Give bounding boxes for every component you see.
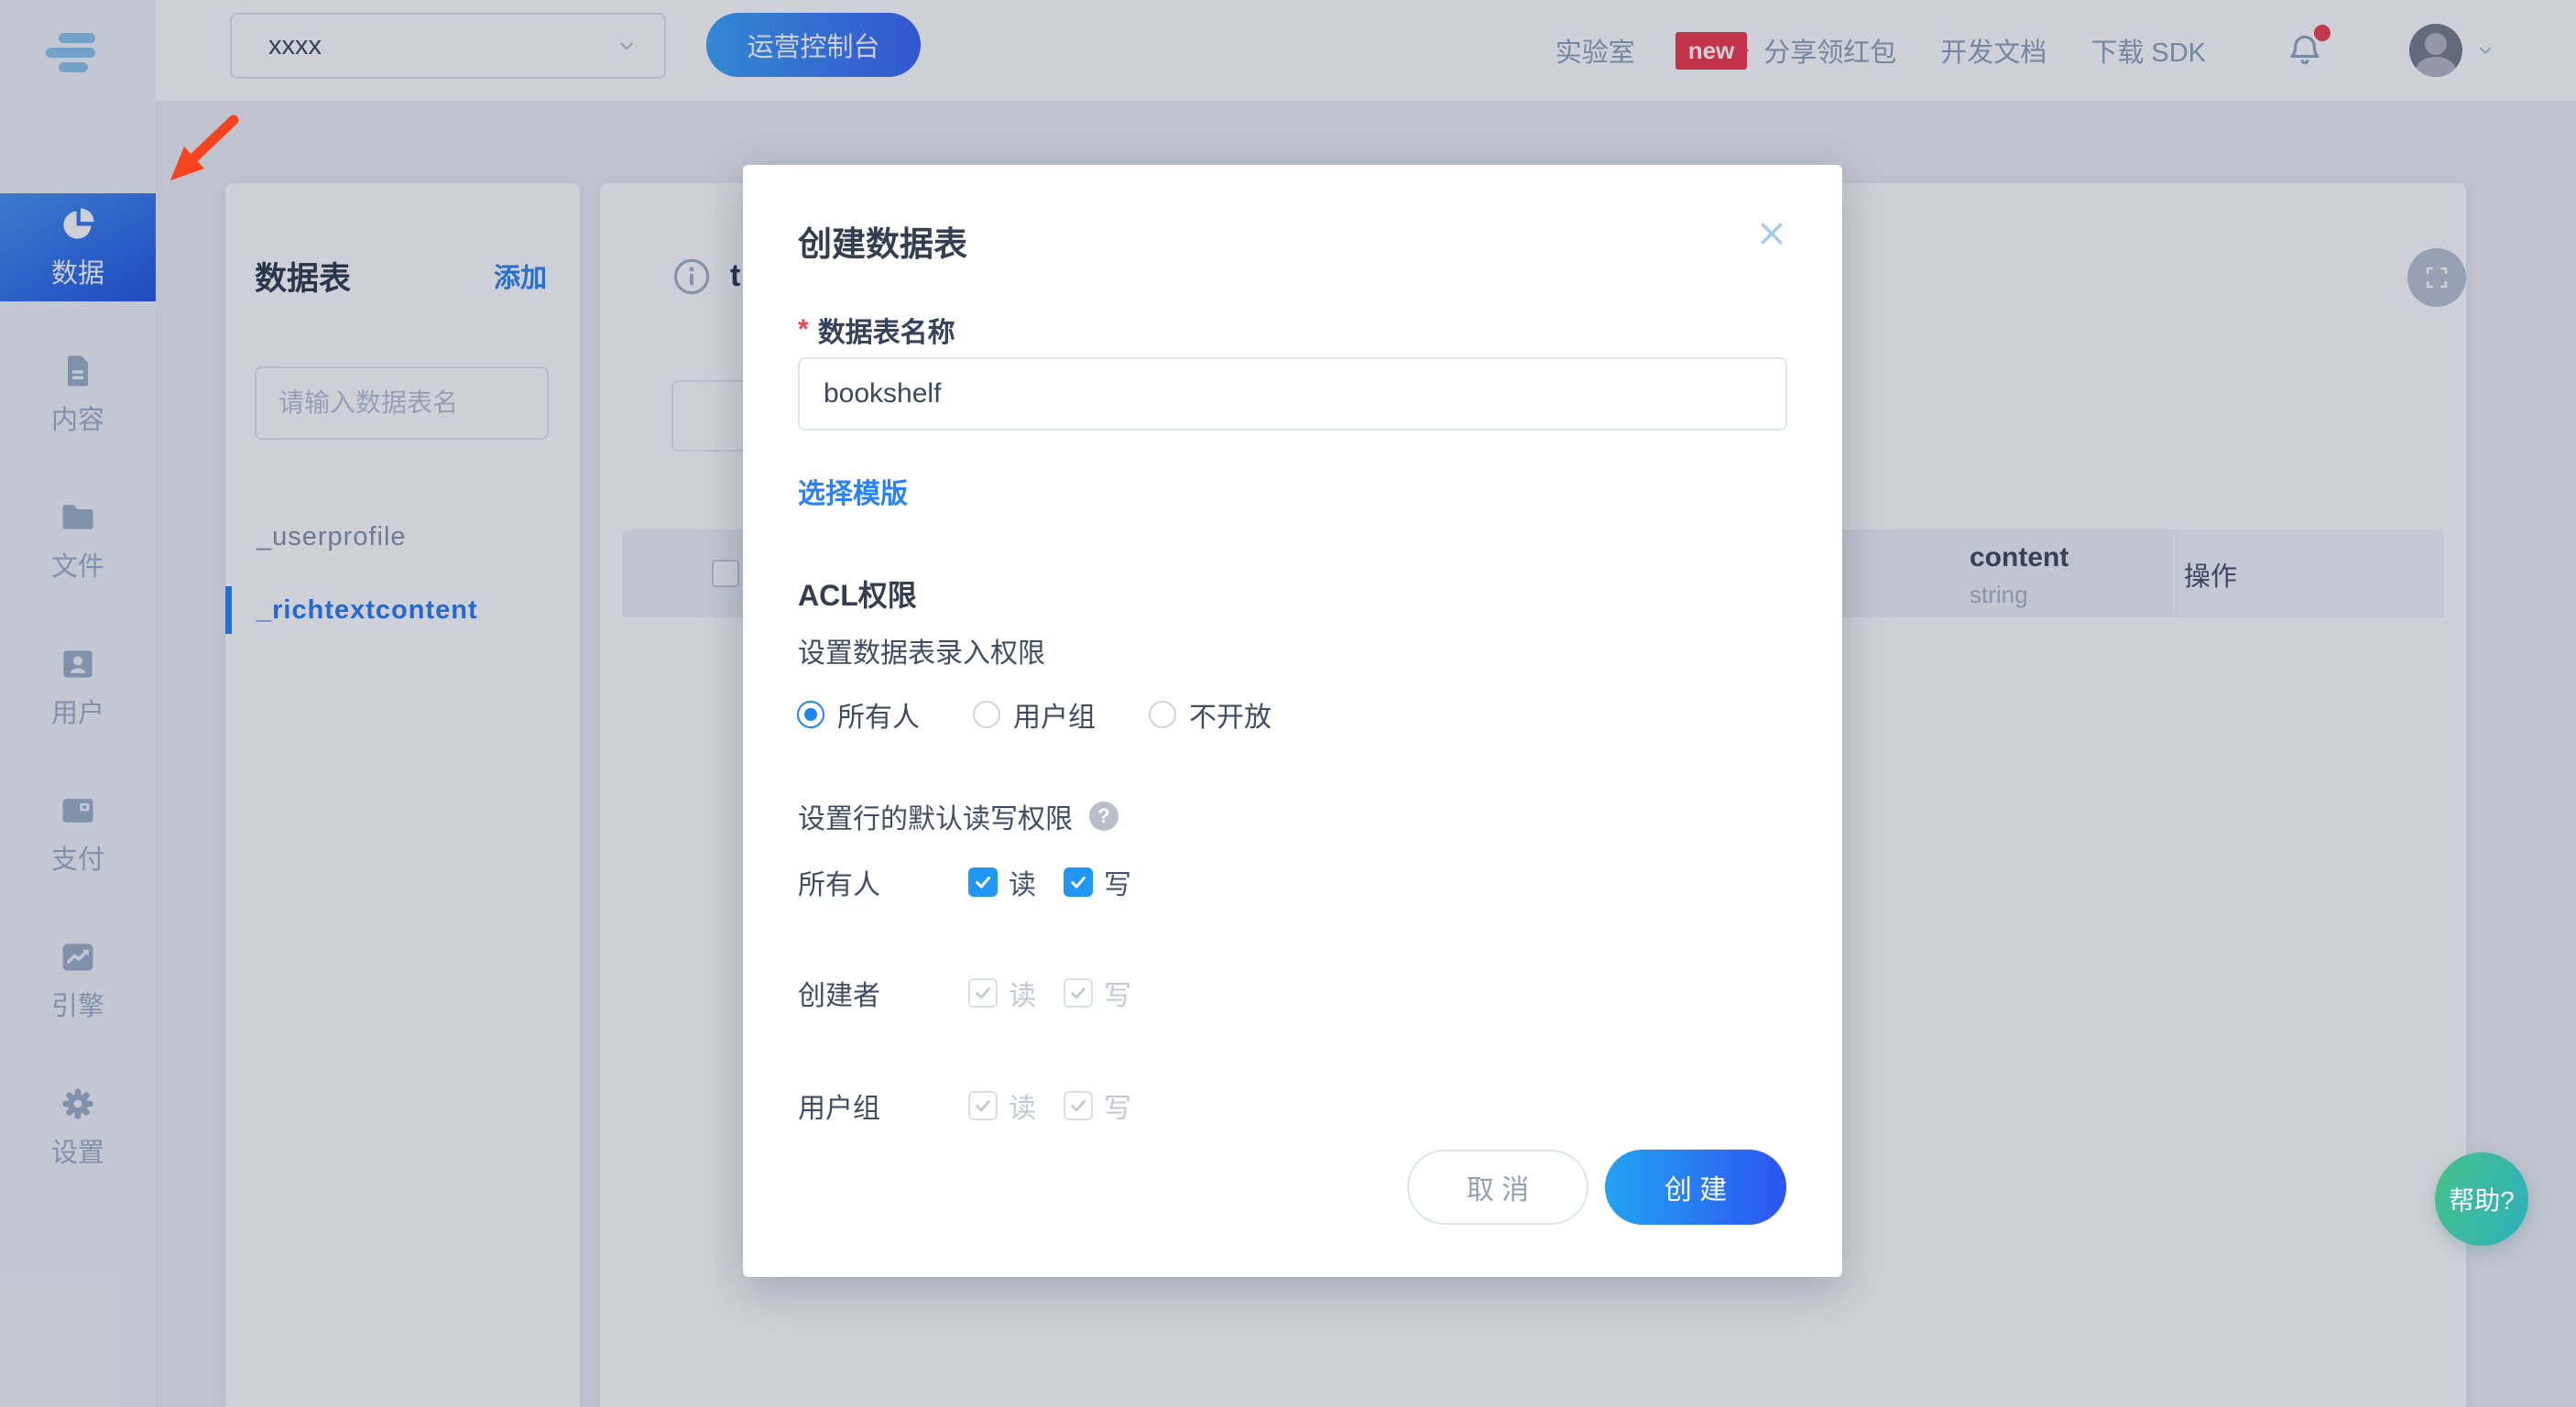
- cancel-button[interactable]: 取 消: [1407, 1150, 1588, 1225]
- table-name-label: * 数据表名称: [798, 310, 955, 350]
- help-button[interactable]: 帮助?: [2435, 1152, 2528, 1246]
- choose-template-link[interactable]: 选择模版: [798, 471, 908, 511]
- required-asterisk: *: [798, 314, 809, 345]
- table-name-input[interactable]: [798, 357, 1787, 431]
- acl-radio-group: 所有人 用户组 不开放: [797, 694, 1325, 735]
- acl-option-everyone[interactable]: 所有人: [797, 694, 942, 735]
- acl-option-usergroup[interactable]: 用户组: [973, 694, 1118, 735]
- write-checkbox-disabled: [1064, 978, 1093, 1008]
- radio-icon: [973, 701, 1000, 728]
- annotation-arrow-icon: [137, 101, 284, 211]
- acl-entry-label: 设置数据表录入权限: [798, 630, 1045, 671]
- perm-row-creator: 创建者 读 写: [798, 973, 1159, 1013]
- modal-footer: 取 消 创 建: [1407, 1150, 1786, 1225]
- read-checkbox[interactable]: [968, 867, 998, 897]
- radio-icon: [1149, 701, 1176, 728]
- close-icon[interactable]: [1754, 216, 1789, 251]
- perm-row-everyone: 所有人 读 写: [798, 862, 1159, 902]
- read-checkbox-disabled: [968, 978, 998, 1008]
- row-permissions-heading: 设置行的默认读写权限 ?: [798, 796, 1119, 836]
- create-button[interactable]: 创 建: [1605, 1150, 1786, 1225]
- create-table-modal: 创建数据表 * 数据表名称 选择模版 ACL权限 设置数据表录入权限 所有人 用…: [743, 165, 1842, 1277]
- modal-title: 创建数据表: [798, 216, 967, 266]
- perm-row-usergroup: 用户组 读 写: [798, 1085, 1159, 1126]
- read-checkbox-disabled: [968, 1091, 998, 1120]
- write-checkbox-disabled: [1064, 1091, 1093, 1120]
- acl-heading: ACL权限: [798, 573, 917, 615]
- help-icon[interactable]: ?: [1089, 802, 1119, 831]
- radio-checked-icon: [797, 701, 824, 728]
- acl-option-closed[interactable]: 不开放: [1149, 694, 1293, 735]
- write-checkbox[interactable]: [1064, 867, 1093, 897]
